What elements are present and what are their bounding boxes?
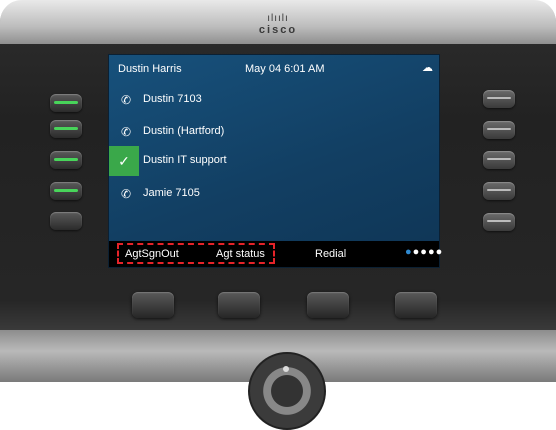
page-dot-icon: ● (405, 246, 413, 258)
date-time: May 04 6:01 AM (245, 63, 325, 75)
line-button-2[interactable] (50, 120, 82, 138)
session-button-5[interactable] (483, 213, 515, 231)
line-label: Jamie 7105 (143, 187, 200, 199)
session-bar-icon (487, 220, 511, 222)
page-indicator: ●●●●● (405, 246, 443, 258)
line-button-5[interactable] (50, 212, 82, 230)
line-led-icon (54, 189, 78, 192)
softkey-highlight-box (117, 243, 275, 264)
phone-display: Dustin Harris May 04 6:01 AM ☁ ✆ Dustin … (108, 54, 443, 268)
line-led-icon (54, 127, 78, 130)
cisco-bars-icon: ılıılı (267, 13, 289, 24)
session-button-3[interactable] (483, 151, 515, 169)
brand-name: cisco (258, 24, 298, 36)
nav-indicator-icon (283, 366, 289, 372)
desk-phone: ılıılı cisco Dustin Harris May 04 6:01 A… (0, 0, 556, 430)
session-bar-icon (487, 158, 511, 160)
cloud-icon: ☁ (422, 62, 433, 74)
phone-icon: ✆ (120, 93, 132, 107)
check-icon: ✓ (109, 146, 139, 176)
phone-icon: ✆ (120, 125, 132, 139)
line-label: Dustin IT support (143, 154, 227, 166)
line-button-3[interactable] (50, 151, 82, 169)
session-bar-icon (487, 189, 511, 191)
session-button-1[interactable] (483, 90, 515, 108)
softkey-redial[interactable]: Redial (315, 248, 346, 260)
line-led-icon (54, 158, 78, 161)
softkey-button-3[interactable] (307, 292, 349, 318)
session-bar-icon (487, 97, 511, 99)
softkey-button-4[interactable] (395, 292, 437, 318)
line-item-4[interactable]: ✆ Jamie 7105 (109, 179, 439, 209)
line-label: Dustin 7103 (143, 93, 202, 105)
session-button-4[interactable] (483, 182, 515, 200)
line-item-1[interactable]: ✆ Dustin 7103 (109, 85, 439, 115)
line-button-1[interactable] (50, 94, 82, 112)
cisco-logo: ılıılı cisco (0, 13, 556, 37)
line-item-3[interactable]: ✓ Dustin IT support (109, 146, 439, 176)
session-bar-icon (487, 128, 511, 130)
page-dot-icon: ●●●● (412, 246, 444, 258)
session-button-2[interactable] (483, 121, 515, 139)
softkey-button-2[interactable] (218, 292, 260, 318)
line-button-4[interactable] (50, 182, 82, 200)
softkey-button-1[interactable] (132, 292, 174, 318)
line-label: Dustin (Hartford) (143, 125, 225, 137)
navigation-cluster[interactable] (248, 352, 326, 430)
phone-icon: ✆ (120, 187, 132, 201)
status-bar: Dustin Harris May 04 6:01 AM ☁ (109, 55, 439, 79)
line-item-2[interactable]: ✆ Dustin (Hartford) (109, 117, 439, 147)
line-led-icon (54, 101, 78, 104)
user-name: Dustin Harris (118, 63, 182, 75)
